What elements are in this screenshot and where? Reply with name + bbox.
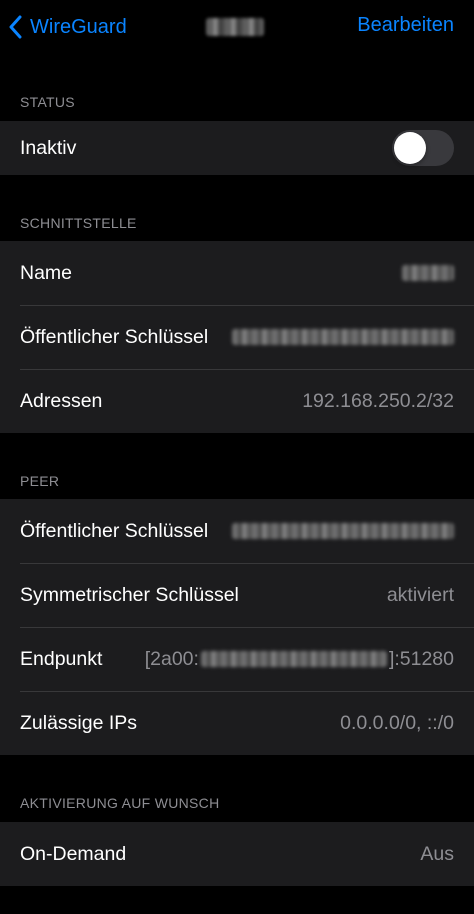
interface-addresses-value: 192.168.250.2/32: [302, 389, 454, 412]
interface-public-key-label: Öffentlicher Schlüssel: [20, 325, 209, 348]
endpoint-address-redacted: [200, 651, 387, 667]
interface-name-row[interactable]: Name: [0, 241, 474, 305]
interface-addresses-label: Adressen: [20, 389, 103, 412]
interface-public-key-value-redacted: [232, 326, 454, 349]
status-group: Inaktiv: [0, 121, 474, 175]
section-header-interface: SCHNITTSTELLE: [20, 215, 137, 231]
peer-endpoint-row[interactable]: Endpunkt [2a00: ]:51280: [0, 627, 474, 691]
toggle-knob: [394, 132, 426, 164]
on-demand-group: On-Demand Aus: [0, 822, 474, 886]
edit-button[interactable]: Bearbeiten: [357, 14, 454, 37]
chevron-left-icon: [9, 15, 22, 39]
interface-name-value-redacted: [402, 262, 454, 285]
peer-public-key-value-redacted: [232, 520, 454, 543]
peer-endpoint-value: [2a00: ]:51280: [145, 648, 454, 671]
peer-endpoint-label: Endpunkt: [20, 647, 103, 670]
peer-public-key-row[interactable]: Öffentlicher Schlüssel: [0, 499, 474, 563]
interface-group: Name Öffentlicher Schlüssel Adressen 192…: [0, 241, 474, 433]
back-button-label: WireGuard: [30, 15, 127, 38]
activation-toggle[interactable]: [392, 130, 454, 166]
peer-psk-row[interactable]: Symmetrischer Schlüssel aktiviert: [0, 563, 474, 627]
peer-psk-label: Symmetrischer Schlüssel: [20, 583, 239, 606]
interface-name-label: Name: [20, 261, 73, 284]
endpoint-suffix: ]:51280: [388, 647, 454, 670]
peer-allowed-ips-label: Zulässige IPs: [20, 711, 138, 734]
endpoint-prefix: [2a00:: [144, 647, 199, 670]
on-demand-row[interactable]: On-Demand Aus: [0, 822, 474, 886]
interface-public-key-row[interactable]: Öffentlicher Schlüssel: [0, 305, 474, 369]
peer-psk-value: aktiviert: [386, 583, 454, 606]
tunnel-title-redacted: [206, 18, 264, 36]
peer-public-key-label: Öffentlicher Schlüssel: [20, 519, 209, 542]
peer-group: Öffentlicher Schlüssel Symmetrischer Sch…: [0, 499, 474, 755]
navigation-bar: WireGuard Bearbeiten: [0, 0, 474, 56]
interface-addresses-row[interactable]: Adressen 192.168.250.2/32: [0, 369, 474, 433]
section-header-status: STATUS: [20, 94, 75, 110]
status-label: Inaktiv: [20, 136, 77, 159]
on-demand-value: Aus: [420, 842, 454, 865]
section-header-on-demand: AKTIVIERUNG AUF WUNSCH: [20, 795, 220, 811]
peer-allowed-ips-row[interactable]: Zulässige IPs 0.0.0.0/0, ::/0: [0, 691, 474, 755]
back-button[interactable]: WireGuard: [8, 10, 127, 44]
peer-allowed-ips-value: 0.0.0.0/0, ::/0: [340, 711, 454, 734]
section-header-peer: PEER: [20, 473, 60, 489]
tunnel-detail-screen: WireGuard Bearbeiten STATUS Inaktiv SCHN…: [0, 0, 474, 914]
on-demand-label: On-Demand: [20, 842, 127, 865]
status-row: Inaktiv: [0, 121, 474, 175]
